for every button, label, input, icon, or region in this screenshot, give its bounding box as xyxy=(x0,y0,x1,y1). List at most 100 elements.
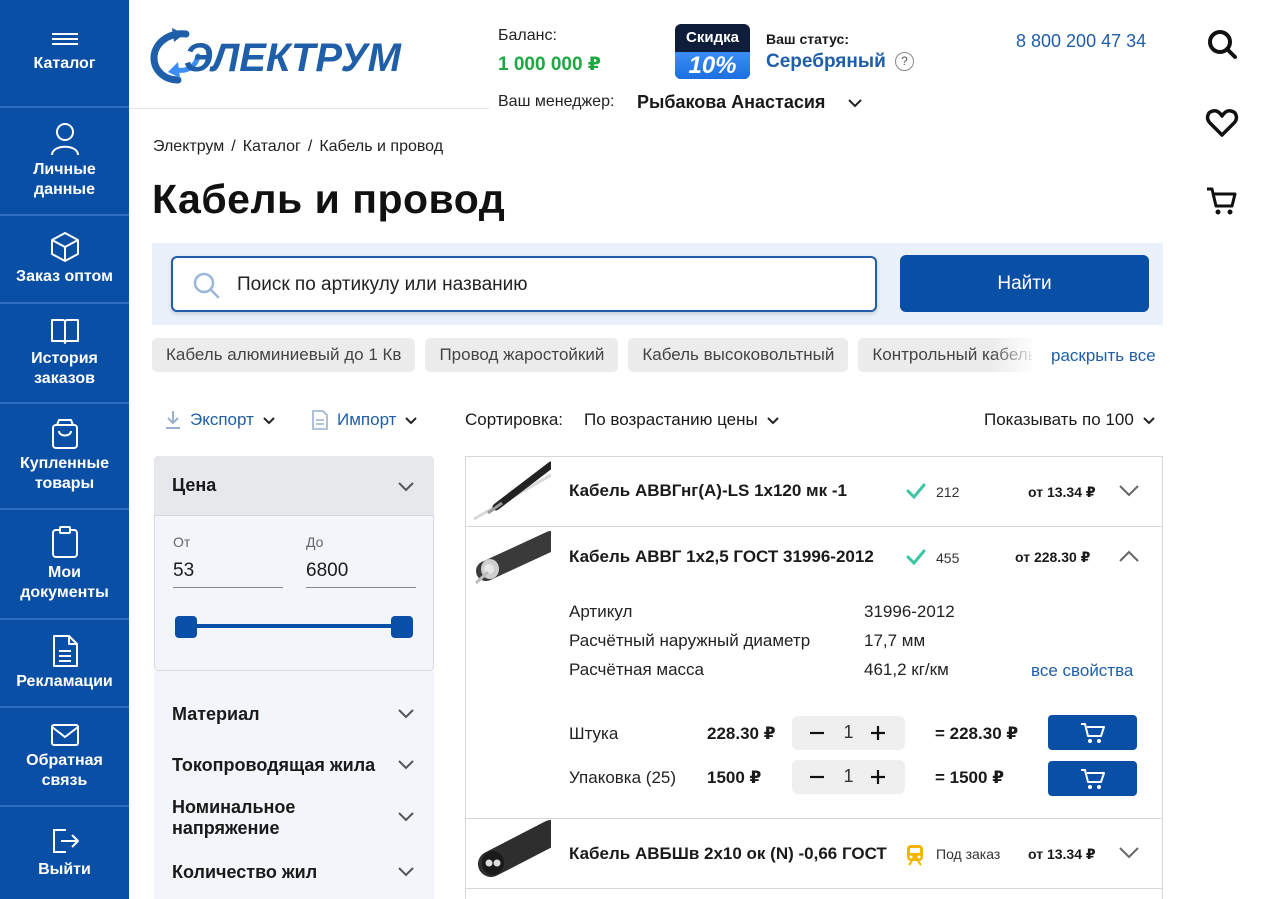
product-image[interactable] xyxy=(466,457,551,527)
product-image[interactable] xyxy=(466,527,551,593)
sidebar-item-documents[interactable]: Мои документы xyxy=(0,510,129,620)
sidebar-item-label: Заказ оптом xyxy=(16,268,113,285)
product-availability: Под заказ xyxy=(936,846,1001,862)
filter-voltage[interactable]: Номинальное напряжение xyxy=(154,796,434,842)
page-size-select[interactable]: Показывать по 100 xyxy=(984,410,1156,430)
price-slider-track[interactable] xyxy=(186,624,402,628)
sidebar: Каталог Личные данные Заказ оптом Истори… xyxy=(0,0,129,899)
chevron-down-icon xyxy=(398,709,414,719)
unit-label: Штука xyxy=(569,724,619,743)
unit-price: 1500 ₽ xyxy=(707,768,762,787)
filter-conductor[interactable]: Токопроводящая жила xyxy=(154,751,434,781)
price-to-input[interactable]: 6800 xyxy=(306,560,416,588)
sidebar-item-wholesale[interactable]: Заказ оптом xyxy=(0,216,129,304)
chevron-down-icon xyxy=(398,482,414,492)
product-stock: 212 xyxy=(936,484,960,500)
search-icon xyxy=(193,272,220,299)
add-to-cart-button[interactable] xyxy=(1048,715,1137,750)
decrease-button[interactable] xyxy=(800,716,834,750)
discount-badge: Скидка 10% xyxy=(675,24,750,79)
search-icon[interactable] xyxy=(1205,27,1239,61)
quantity-input[interactable]: 1 xyxy=(836,722,861,743)
filter-cores[interactable]: Количество жил xyxy=(154,859,434,889)
heart-icon[interactable] xyxy=(1205,106,1239,140)
import-button[interactable]: Импорт xyxy=(311,410,418,430)
train-icon xyxy=(907,845,923,866)
file-icon xyxy=(312,410,328,430)
cart-icon xyxy=(1080,768,1105,789)
price-from-input[interactable]: 53 xyxy=(173,560,283,588)
category-chip[interactable]: Кабель высоковольтный xyxy=(628,338,849,372)
sidebar-item-purchased[interactable]: Купленные товары xyxy=(0,404,129,510)
chevron-down-icon xyxy=(398,760,414,770)
increase-button[interactable] xyxy=(861,760,895,794)
category-chip[interactable]: Провод жаростойкий xyxy=(425,338,619,372)
manager-label: Ваш менеджер: xyxy=(498,93,615,110)
filter-title: Количество жил xyxy=(172,862,318,882)
chevron-down-icon xyxy=(398,867,414,877)
sidebar-item-personal-data[interactable]: Личные данные xyxy=(0,108,129,216)
product-image[interactable] xyxy=(466,819,551,889)
price-filter-header[interactable]: Цена xyxy=(154,456,434,516)
filter-title: Материал xyxy=(172,704,260,724)
header-divider xyxy=(129,108,489,109)
logo[interactable]: ЭЛЕКТРУМ xyxy=(150,26,435,86)
chevron-down-icon[interactable] xyxy=(1117,480,1141,502)
mail-icon xyxy=(50,723,79,746)
chevron-up-icon[interactable] xyxy=(1117,545,1141,567)
add-to-cart-button[interactable] xyxy=(1048,761,1137,796)
sidebar-item-label: Выйти xyxy=(38,861,91,878)
unit-label: Упаковка (25) xyxy=(569,768,677,787)
filter-material[interactable]: Материал xyxy=(154,700,434,730)
search-input[interactable] xyxy=(237,271,837,299)
page-title: Кабель и провод xyxy=(152,176,506,222)
property-label: Расчётная масса xyxy=(569,660,705,679)
increase-button[interactable] xyxy=(861,716,895,750)
filter-title: Токопроводящая жила xyxy=(172,755,376,775)
status-label: Ваш статус: xyxy=(766,31,849,47)
chips-fade xyxy=(992,338,1037,374)
sidebar-item-catalog[interactable]: Каталог xyxy=(0,0,129,108)
product-name[interactable]: Кабель АВБШв 2х10 ок (N) -0,66 ГОСТ xyxy=(569,844,887,864)
discount-label: Скидка xyxy=(686,29,739,46)
manager-name[interactable]: Рыбакова Анастасия xyxy=(637,92,825,113)
sidebar-item-claims[interactable]: Рекламации xyxy=(0,620,129,708)
sidebar-item-label: Мои документы xyxy=(20,564,109,601)
expand-all-link[interactable]: раскрыть все xyxy=(1051,346,1156,366)
discount-value: 10% xyxy=(675,52,750,79)
cart-icon xyxy=(1080,722,1105,743)
phone-link[interactable]: 8 800 200 47 34 xyxy=(1016,31,1146,52)
decrease-button[interactable] xyxy=(800,760,834,794)
breadcrumb-item[interactable]: Каталог xyxy=(243,138,301,156)
search-button[interactable]: Найти xyxy=(900,255,1149,312)
product-name[interactable]: Кабель АВВГнг(А)-LS 1х120 мк -1 xyxy=(569,481,847,501)
product-name[interactable]: Кабель АВВГ 1х2,5 ГОСТ 31996-2012 xyxy=(569,547,874,567)
property-value: 17,7 мм xyxy=(864,631,926,650)
sidebar-item-logout[interactable]: Выйти xyxy=(0,807,129,899)
property-value: 31996-2012 xyxy=(864,602,955,621)
balance-value: 1 000 000 ₽ xyxy=(498,54,602,75)
bag-icon xyxy=(51,419,78,449)
sort-value: По возрастанию цены xyxy=(584,410,758,429)
sidebar-item-feedback[interactable]: Обратная связь xyxy=(0,708,129,807)
chevron-down-icon[interactable] xyxy=(846,94,864,112)
property-label: Расчётный наружный диаметр xyxy=(569,631,811,650)
sidebar-item-order-history[interactable]: История заказов xyxy=(0,304,129,404)
sidebar-item-label: Рекламации xyxy=(16,673,113,690)
price-slider-min-handle[interactable] xyxy=(175,616,197,638)
unit-total: = 1500 ₽ xyxy=(935,768,1005,787)
category-chip[interactable]: Кабель алюминиевый до 1 Кв xyxy=(152,338,416,372)
balance-label: Баланс: xyxy=(498,27,557,44)
cart-icon[interactable] xyxy=(1205,184,1239,218)
sort-select[interactable]: По возрастанию цены xyxy=(584,410,780,430)
price-slider-max-handle[interactable] xyxy=(391,616,413,638)
quantity-input[interactable]: 1 xyxy=(836,766,861,787)
export-button[interactable]: Экспорт xyxy=(164,410,276,430)
help-icon[interactable]: ? xyxy=(895,52,914,71)
chevron-down-icon[interactable] xyxy=(1117,842,1141,864)
sidebar-item-label: Каталог xyxy=(33,55,96,72)
breadcrumb-item[interactable]: Электрум xyxy=(153,138,224,156)
sidebar-item-label: Обратная связь xyxy=(26,751,103,789)
breadcrumb-current: Кабель и провод xyxy=(319,138,444,155)
all-properties-link[interactable]: все свойства xyxy=(1031,661,1133,681)
